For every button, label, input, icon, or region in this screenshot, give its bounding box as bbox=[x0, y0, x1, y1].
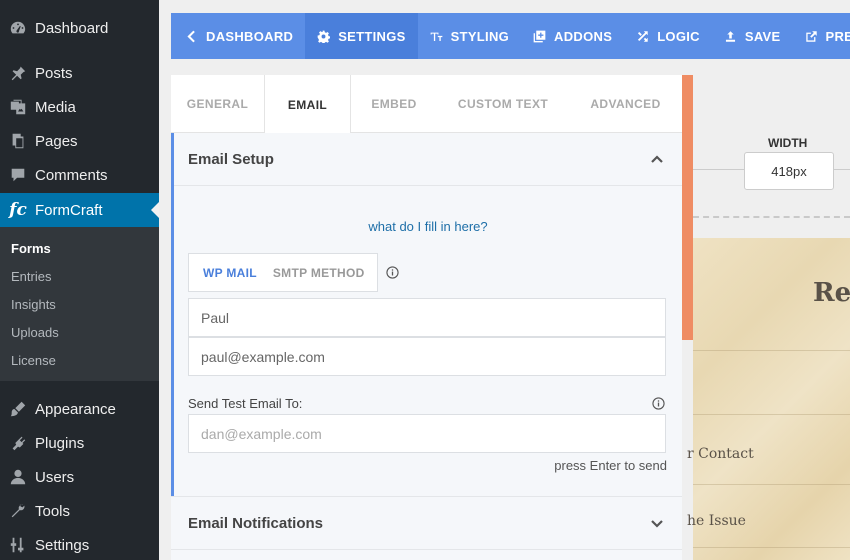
gear-icon bbox=[317, 30, 331, 43]
wp-menu-media[interactable]: Media bbox=[0, 90, 159, 124]
form-title-fragment: Re bbox=[813, 278, 850, 308]
wp-menu-label: Media bbox=[35, 98, 76, 116]
external-link-icon bbox=[805, 30, 817, 42]
paper-rule bbox=[693, 484, 850, 485]
settings-tabs: General Email Embed Custom Text Advanced bbox=[171, 75, 682, 134]
wp-menu-tools[interactable]: Tools bbox=[0, 494, 159, 528]
wp-menu-pages[interactable]: Pages bbox=[0, 124, 159, 158]
section-title: Email Setup bbox=[188, 150, 274, 168]
wp-admin-sidebar: Dashboard Posts Media Pages Comments fc … bbox=[0, 0, 159, 560]
chevron-down-icon[interactable] bbox=[650, 516, 664, 530]
pin-icon bbox=[8, 63, 28, 83]
media-icon bbox=[8, 97, 28, 117]
sender-name-input[interactable]: Paul bbox=[188, 298, 666, 337]
tab-embed[interactable]: Embed bbox=[351, 75, 437, 133]
email-setup-section: Email Setup what do I fill in here? WP M… bbox=[171, 133, 682, 496]
wp-menu-plugins[interactable]: Plugins bbox=[0, 426, 159, 460]
styling-button[interactable]: Styling bbox=[418, 13, 521, 59]
tab-email[interactable]: Email bbox=[264, 75, 351, 134]
wp-menu-label: Plugins bbox=[35, 434, 85, 452]
shuffle-icon bbox=[638, 30, 648, 42]
builder-toolbar: Dashboard Settings Styling Addons Logic … bbox=[171, 13, 850, 59]
tab-advanced[interactable]: Advanced bbox=[569, 75, 682, 133]
submenu-insights[interactable]: Insights bbox=[11, 297, 56, 312]
upload-icon bbox=[725, 30, 735, 42]
paper-rule bbox=[693, 350, 850, 351]
wp-menu-label: Tools bbox=[35, 502, 71, 520]
form-preview-paper: Re r Contact he Issue bbox=[687, 234, 850, 560]
email-notifications-header[interactable]: Email Notifications bbox=[171, 497, 682, 550]
enter-hint: press Enter to send bbox=[554, 458, 667, 473]
email-notifications-section: Email Notifications bbox=[171, 496, 682, 560]
save-button[interactable]: Save bbox=[712, 13, 793, 59]
wp-menu-label: Comments bbox=[35, 166, 108, 184]
settings-panel: General Email Embed Custom Text Advanced… bbox=[171, 75, 682, 560]
email-method-toggle: WP Mail SMTP Method bbox=[188, 253, 378, 292]
method-smtp[interactable]: SMTP Method bbox=[273, 266, 365, 280]
formcraft-submenu: Forms Entries Insights Uploads License bbox=[0, 227, 159, 381]
dashboard-button[interactable]: Dashboard bbox=[171, 13, 305, 59]
text-size-icon bbox=[430, 32, 442, 41]
wp-menu-label: FormCraft bbox=[35, 201, 103, 219]
wp-menu-label: Posts bbox=[35, 64, 73, 82]
submenu-forms[interactable]: Forms bbox=[11, 241, 51, 256]
wp-menu-label: Settings bbox=[35, 536, 90, 554]
formcraft-logo-icon: fc bbox=[9, 200, 27, 220]
user-icon bbox=[8, 467, 28, 487]
wp-menu-formcraft[interactable]: fc FormCraft bbox=[0, 193, 159, 227]
submenu-uploads[interactable]: Uploads bbox=[11, 325, 59, 340]
pages-icon bbox=[8, 131, 28, 151]
preview-button[interactable]: Preview bbox=[793, 13, 850, 59]
width-label: WIDTH bbox=[768, 136, 808, 150]
wp-menu-dashboard[interactable]: Dashboard bbox=[0, 11, 159, 45]
section-title: Email Notifications bbox=[188, 514, 324, 532]
form-field-label-fragment: he Issue bbox=[687, 513, 746, 529]
wp-menu-label: Dashboard bbox=[35, 19, 109, 37]
tab-custom-text[interactable]: Custom Text bbox=[437, 75, 569, 133]
brush-icon bbox=[8, 399, 28, 419]
wp-menu-label: Appearance bbox=[35, 400, 116, 418]
test-email-label: Send Test Email To: bbox=[188, 396, 303, 411]
addons-button[interactable]: Addons bbox=[521, 13, 624, 59]
plug-icon bbox=[8, 433, 28, 453]
wp-menu-appearance[interactable]: Appearance bbox=[0, 392, 159, 426]
panel-scrollbar[interactable] bbox=[682, 75, 693, 340]
submenu-license[interactable]: License bbox=[11, 353, 56, 368]
chevron-left-icon bbox=[187, 30, 195, 42]
paper-rule bbox=[693, 547, 850, 548]
test-email-input[interactable]: dan@example.com bbox=[188, 414, 666, 453]
wrench-icon bbox=[8, 501, 28, 521]
sender-email-input[interactable]: paul@example.com bbox=[188, 337, 666, 376]
form-width-input[interactable]: 418px bbox=[744, 152, 834, 190]
wp-menu-comments[interactable]: Comments bbox=[0, 158, 159, 192]
info-icon[interactable] bbox=[386, 266, 399, 279]
comment-icon bbox=[8, 165, 28, 185]
chevron-up-icon[interactable] bbox=[650, 152, 664, 166]
plus-square-icon bbox=[533, 30, 546, 42]
submenu-entries[interactable]: Entries bbox=[11, 269, 51, 284]
paper-rule bbox=[693, 414, 850, 415]
sliders-icon bbox=[8, 535, 28, 555]
email-setup-header[interactable]: Email Setup bbox=[174, 133, 682, 186]
dashboard-icon bbox=[8, 18, 28, 38]
help-link[interactable]: what do I fill in here? bbox=[174, 219, 682, 234]
drop-zone-guide bbox=[693, 216, 850, 218]
form-field-label-fragment: r Contact bbox=[687, 446, 754, 462]
info-icon[interactable] bbox=[652, 397, 665, 410]
method-wp-mail[interactable]: WP Mail bbox=[203, 266, 257, 280]
settings-button[interactable]: Settings bbox=[305, 13, 418, 59]
wp-menu-settings[interactable]: Settings bbox=[0, 528, 159, 560]
tab-general[interactable]: General bbox=[171, 75, 264, 133]
wp-menu-users[interactable]: Users bbox=[0, 460, 159, 494]
wp-menu-label: Pages bbox=[35, 132, 78, 150]
wp-menu-posts[interactable]: Posts bbox=[0, 56, 159, 90]
wp-menu-label: Users bbox=[35, 468, 75, 486]
logic-button[interactable]: Logic bbox=[624, 13, 712, 59]
